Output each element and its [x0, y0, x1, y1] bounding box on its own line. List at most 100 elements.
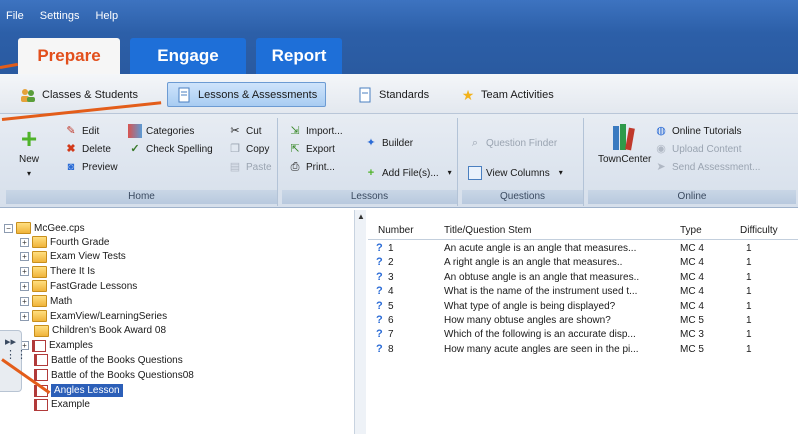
subtab-classes-students[interactable]: Classes & Students — [20, 82, 138, 107]
home-group-label: Home — [6, 190, 277, 204]
online-tutorials-button-label: Online Tutorials — [672, 125, 742, 137]
table-row[interactable]: ? 6 How many obtuse angles are shown? MC 5 1 — [368, 314, 798, 328]
cell-question-stem: An acute angle is an angle that measures… — [444, 243, 637, 254]
add-files-button[interactable]: + Add File(s)... ▾ — [364, 166, 457, 180]
question-icon: ? — [376, 285, 383, 298]
import-button-label: Import... — [306, 125, 343, 137]
export-button[interactable]: ⇱ Export — [288, 142, 335, 156]
expand-icon[interactable]: + — [20, 252, 29, 262]
table-row[interactable]: ? 3 An obtuse angle is an angle that measu… — [368, 271, 798, 285]
new-button-label: New — [18, 154, 39, 165]
tree-item[interactable]: + FastGrade Lessons — [20, 280, 137, 293]
tree-item[interactable]: + Math — [20, 295, 72, 308]
expand-icon[interactable]: + — [20, 281, 29, 291]
tree-root[interactable]: − McGee.cps — [4, 222, 85, 234]
tree-item[interactable]: Battle of the Books Questions — [20, 354, 183, 367]
tree-item[interactable]: + There It Is — [20, 265, 95, 278]
tab-report[interactable]: Report — [256, 38, 342, 74]
collapse-icon[interactable]: − — [4, 223, 13, 233]
standards-icon — [359, 87, 371, 102]
cell-number: 1 — [388, 243, 394, 254]
preview-button-label: Preview — [82, 161, 118, 173]
subtab-standards-label: Standards — [379, 88, 430, 101]
menu-help[interactable]: Help — [95, 10, 118, 22]
print-button-label: Print... — [306, 161, 335, 173]
tree-item[interactable]: + Examples — [20, 339, 93, 352]
online-tutorials-button[interactable]: ◍ Online Tutorials — [654, 124, 741, 138]
table-row[interactable]: ? 1 An acute angle is an angle that measur… — [368, 242, 798, 256]
subtab-standards[interactable]: Standards — [357, 82, 429, 107]
folder-icon — [16, 222, 31, 234]
expand-icon[interactable]: + — [20, 296, 29, 306]
tab-engage[interactable]: Engage — [130, 38, 246, 74]
question-finder-button[interactable]: ⌕ Question Finder — [468, 136, 557, 150]
expand-icon[interactable]: + — [20, 267, 29, 277]
tree-item[interactable]: + Exam View Tests — [20, 250, 126, 263]
main-tabs: Prepare Engage Report — [18, 38, 342, 74]
expand-icon[interactable]: + — [20, 311, 29, 321]
cut-button[interactable]: ✂ Cut — [228, 124, 261, 138]
menu-bar: File Settings Help — [6, 10, 118, 22]
categories-button[interactable]: Categories — [128, 124, 194, 138]
table-row[interactable]: ? 7 Which of the following is an accurate … — [368, 328, 798, 342]
subtab-team-activities[interactable]: ★ Team Activities — [461, 82, 554, 107]
categories-button-label: Categories — [146, 125, 195, 137]
table-row[interactable]: ? 2 A right angle is an angle that measure… — [368, 256, 798, 270]
cell-number: 8 — [388, 343, 394, 355]
cell-question-stem: A right angle is an angle that measures.… — [444, 257, 623, 269]
col-question-stem[interactable]: Title/Question Stem — [444, 225, 531, 236]
book-icon — [32, 339, 46, 352]
subtab-lessons-assessments-label: Lessons & Assessments — [198, 88, 318, 101]
question-icon: ? — [376, 328, 383, 341]
subtab-lessons-assessments[interactable]: Lessons & Assessments — [167, 82, 327, 107]
folder-icon — [32, 295, 47, 308]
paste-button[interactable]: ▤ Paste — [228, 160, 272, 174]
table-row[interactable]: ? 8 How many acute angles are seen in the … — [368, 343, 798, 357]
tree-scrollbar[interactable]: ▲ — [354, 210, 366, 434]
print-button[interactable]: ⎙ Print... — [288, 160, 335, 174]
import-button[interactable]: ⇲ Import... — [288, 124, 343, 138]
menu-file[interactable]: File — [6, 10, 24, 22]
cell-number: 3 — [388, 271, 394, 283]
copy-button[interactable]: ❐ Copy — [228, 142, 269, 156]
upload-content-button[interactable]: ◉ Upload Content — [654, 142, 741, 156]
cell-question-stem: How many obtuse angles are shown? — [444, 315, 611, 326]
tree-item[interactable]: Angles Lesson — [20, 384, 123, 397]
col-difficulty[interactable]: Difficulty — [740, 225, 778, 236]
folder-icon — [32, 250, 47, 263]
cell-type: MC 5 — [680, 343, 704, 355]
towncenter-button[interactable]: TownCenter — [598, 122, 651, 165]
tree-item[interactable]: Battle of the Books Questions08 — [20, 369, 194, 382]
send-assessment-button[interactable]: ➤ Send Assessment... — [654, 160, 760, 174]
col-number[interactable]: Number — [378, 225, 414, 236]
globe-icon: ◍ — [656, 125, 666, 137]
send-icon: ➤ — [656, 161, 666, 173]
tree-item[interactable]: Example — [20, 398, 90, 411]
table-row[interactable]: ? 5 What type of angle is being displayed?… — [368, 300, 798, 314]
expand-icon[interactable]: + — [20, 237, 29, 247]
builder-button[interactable]: ✦ Builder — [364, 136, 413, 150]
check-spelling-button[interactable]: ✓ Check Spelling — [128, 142, 212, 156]
tab-prepare[interactable]: Prepare — [18, 38, 120, 74]
cell-difficulty: 1 — [746, 243, 752, 254]
cell-number: 6 — [388, 315, 394, 326]
star-icon: ★ — [461, 86, 475, 103]
tree-item[interactable]: Children's Book Award 08 — [20, 324, 166, 337]
menu-settings[interactable]: Settings — [40, 10, 80, 22]
table-row[interactable]: ? 4 What is the name of the instrument use… — [368, 285, 798, 299]
tree-item[interactable]: + Fourth Grade — [20, 236, 109, 248]
cell-difficulty: 1 — [746, 343, 752, 355]
tree-item[interactable]: + ExamView/LearningSeries — [20, 310, 167, 322]
preview-button[interactable]: ◙ Preview — [64, 160, 118, 174]
cell-type: MC 5 — [680, 315, 704, 326]
ribbon-group-home: + New ▾ ✎ Edit ✖ Delete ◙ Preview Catego… — [6, 118, 278, 206]
view-columns-button[interactable]: View Columns ▾ — [468, 166, 568, 180]
edit-button[interactable]: ✎ Edit — [64, 124, 99, 138]
delete-button[interactable]: ✖ Delete — [64, 142, 111, 156]
folder-icon — [32, 236, 47, 248]
cell-number: 2 — [388, 257, 394, 269]
columns-icon — [468, 166, 482, 180]
new-button[interactable]: + New ▾ — [16, 125, 42, 181]
col-type[interactable]: Type — [680, 225, 702, 236]
scroll-up-icon[interactable]: ▲ — [356, 212, 366, 222]
